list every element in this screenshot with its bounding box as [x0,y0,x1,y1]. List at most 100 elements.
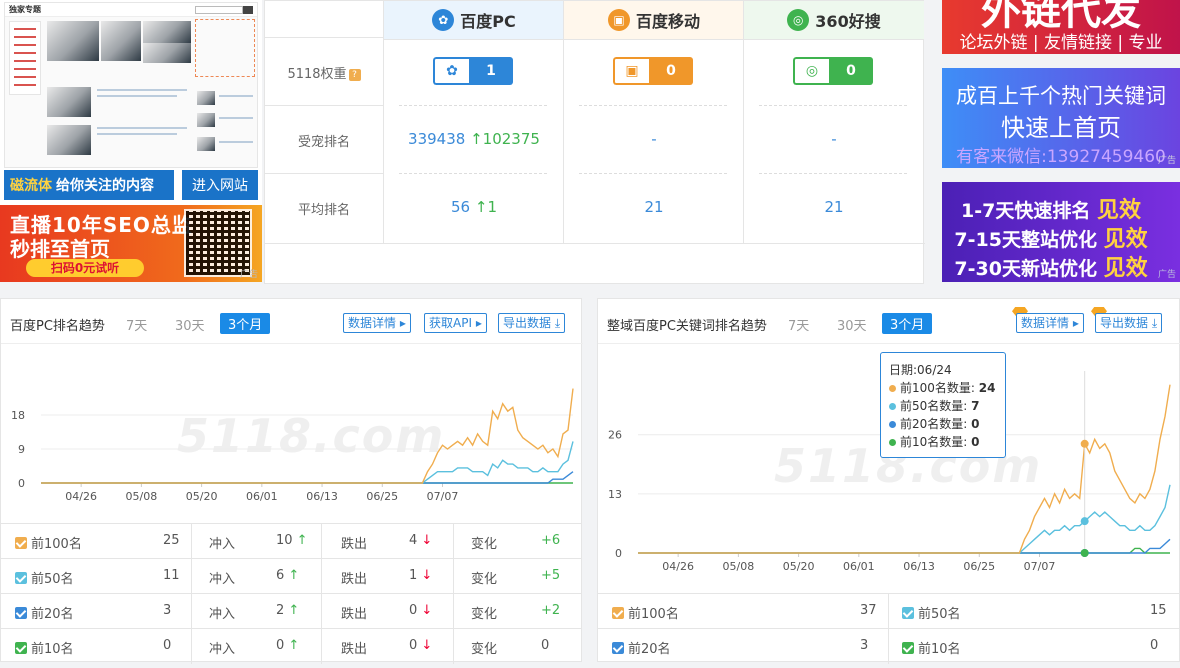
ad-tag: 广告 [1157,156,1176,166]
tab-30d[interactable]: 30天 [837,315,867,334]
tab-30d[interactable]: 30天 [175,315,205,334]
left-ad[interactable]: 独家专题 磁流体 给你关注的内容 进入网站 直播10年SEO总监 秒排至首页 扫码… [0,0,262,282]
checkbox-icon[interactable] [15,572,27,584]
ad3-line: 7-15天整站优化 见效 [954,227,1148,252]
legend-name[interactable]: 前100名 [15,533,82,552]
checkbox-icon[interactable] [612,607,624,619]
tab-3m[interactable]: 3个月 [882,313,933,334]
baidu-mobile-icon: ▣ [613,57,649,85]
seo-live-ad[interactable]: 直播10年SEO总监 秒排至首页 扫码0元试听 广告 [0,205,262,282]
x-tick-label: 05/08 [723,560,755,573]
tooltip-item: 前100名数量: 24 [889,379,997,397]
legend-table-2: 前100名 37 前50名 15 前20名 3 前10名 0 [598,593,1179,664]
out-value: 4 ↓ [409,533,433,548]
down-arrow-icon: ↓ [417,638,433,653]
in-label: 冲入 [209,607,236,622]
chart-tooltip: 日期:06/24 前100名数量: 24 前50名数量: 7 前20名数量: 0… [880,352,1006,458]
out-value: 1 ↓ [409,568,433,583]
y-tick-label: 26 [608,429,622,442]
checkbox-icon[interactable] [15,642,27,654]
in-value: 6 ↑ [276,568,300,583]
panel-title: 整域百度PC关键词排名趋势 [607,319,767,334]
weight-value: 0 [829,57,873,85]
hover-point [1080,439,1089,448]
seo-ad-cta[interactable]: 扫码0元试听 [26,259,144,277]
legend-name[interactable]: 前10名 [902,638,961,657]
legend-name[interactable]: 前100名 [612,603,679,622]
ad-brand: 磁流体 [10,178,52,194]
legend-count: 25 [163,533,180,548]
weight-baidu-pc[interactable]: ✿ 1 [433,57,513,85]
help-icon[interactable]: ? [348,68,361,81]
y-tick-label: 0 [18,477,25,490]
legend-row[interactable]: 前20名 3 前10名 0 [598,628,1179,664]
x-tick-label: 07/07 [427,490,459,503]
x-tick-label: 04/26 [65,490,97,503]
chg-label: 变化 [471,537,498,552]
legend-count: 37 [860,603,877,618]
baidu-mobile-icon: ▣ [607,9,630,31]
so360-icon: ◎ [787,9,810,31]
out-label: 跌出 [341,642,368,657]
ad-slogan-bar[interactable]: 磁流体 给你关注的内容 [4,170,174,200]
weight-360[interactable]: ◎ 0 [793,57,873,85]
legend-row[interactable]: 前50名 11 冲入 6 ↑ 跌出 1 ↓ 变化 +5 [1,558,581,594]
get-api-button[interactable]: 获取API ▸ [424,313,487,333]
checkbox-icon[interactable] [902,607,914,619]
right-ad-ranking[interactable]: 1-7天快速排名 见效 7-15天整站优化 见效 7-30天新站优化 见效 广告 [942,182,1180,282]
panel-title: 百度PC排名趋势 [10,319,105,334]
weight-value: 1 [469,57,513,85]
legend-name[interactable]: 前20名 [612,638,671,657]
legend-row[interactable]: 前10名 0 冲入 0 ↑ 跌出 0 ↓ 变化 0 [1,628,581,664]
x-tick-label: 06/13 [306,490,338,503]
data-detail-button[interactable]: 数据详情 ▸ [1016,313,1084,333]
tooltip-date: 日期:06/24 [889,363,952,377]
legend-name[interactable]: 前10名 [15,638,74,657]
enter-site-button[interactable]: 进入网站 [182,170,258,200]
header-360[interactable]: ◎ 360好搜 [744,1,924,39]
y-tick-label: 13 [608,488,622,501]
export-data-button[interactable]: 导出数据 ⤓ [498,313,566,333]
data-detail-button[interactable]: 数据详情 ▸ [343,313,411,333]
avg-360: 21 [824,198,844,216]
legend-row[interactable]: 前100名 25 冲入 10 ↑ 跌出 4 ↓ 变化 +6 [1,523,581,559]
right-ad-links[interactable]: 外链代发 论坛外链 | 友情链接 | 专业 [942,0,1180,54]
checkbox-icon[interactable] [15,607,27,619]
export-data-button[interactable]: 导出数据 ⤓ [1095,313,1163,333]
series-line [41,441,574,484]
in-label: 冲入 [209,642,236,657]
up-arrow-icon: ↑ [474,198,488,216]
legend-name[interactable]: 前50名 [15,568,74,587]
checkbox-icon[interactable] [902,642,914,654]
shot-title: 独家专题 [9,5,41,14]
checkbox-icon[interactable] [15,537,27,549]
header-baidu-pc[interactable]: ✿ 百度PC [384,1,564,39]
x-tick-label: 06/01 [843,560,875,573]
rank-baidu-pc[interactable]: 339438 ↑102375 [384,130,564,148]
shot-nav [9,21,41,95]
avg-baidu-pc[interactable]: 56 ↑1 [384,198,564,216]
weight-baidu-mobile[interactable]: ▣ 0 [613,57,693,85]
x-tick-label: 06/13 [903,560,935,573]
header-label: 百度移动 [635,12,700,31]
checkbox-icon[interactable] [612,642,624,654]
out-label: 跌出 [341,572,368,587]
legend-name[interactable]: 前50名 [902,603,961,622]
tab-7d[interactable]: 7天 [788,315,809,334]
weight-value: 0 [649,57,693,85]
legend-count: 15 [1150,603,1167,618]
right-ad-keywords[interactable]: 成百上千个热门关键词 快速上首页 有客来微信:13927459460 广告 [942,68,1180,168]
tab-7d[interactable]: 7天 [126,315,147,334]
ranking-table: ✿ 百度PC ▣ 百度移动 ◎ 360好搜 5118权重? 受宠排名 平均排名 ✿ 1 … [264,0,925,284]
header-baidu-mobile[interactable]: ▣ 百度移动 [564,1,744,39]
up-arrow-icon: ↑ [284,638,300,653]
legend-row[interactable]: 前20名 3 冲入 2 ↑ 跌出 0 ↓ 变化 +2 [1,593,581,629]
row-label-rank: 受宠排名 [297,135,350,150]
tab-3m[interactable]: 3个月 [220,313,271,334]
row-label-avg: 平均排名 [297,203,350,218]
legend-name[interactable]: 前20名 [15,603,74,622]
hover-point [1080,517,1089,526]
up-arrow-icon: ↑ [284,603,300,618]
legend-row[interactable]: 前100名 37 前50名 15 [598,593,1179,629]
x-tick-label: 05/08 [126,490,158,503]
